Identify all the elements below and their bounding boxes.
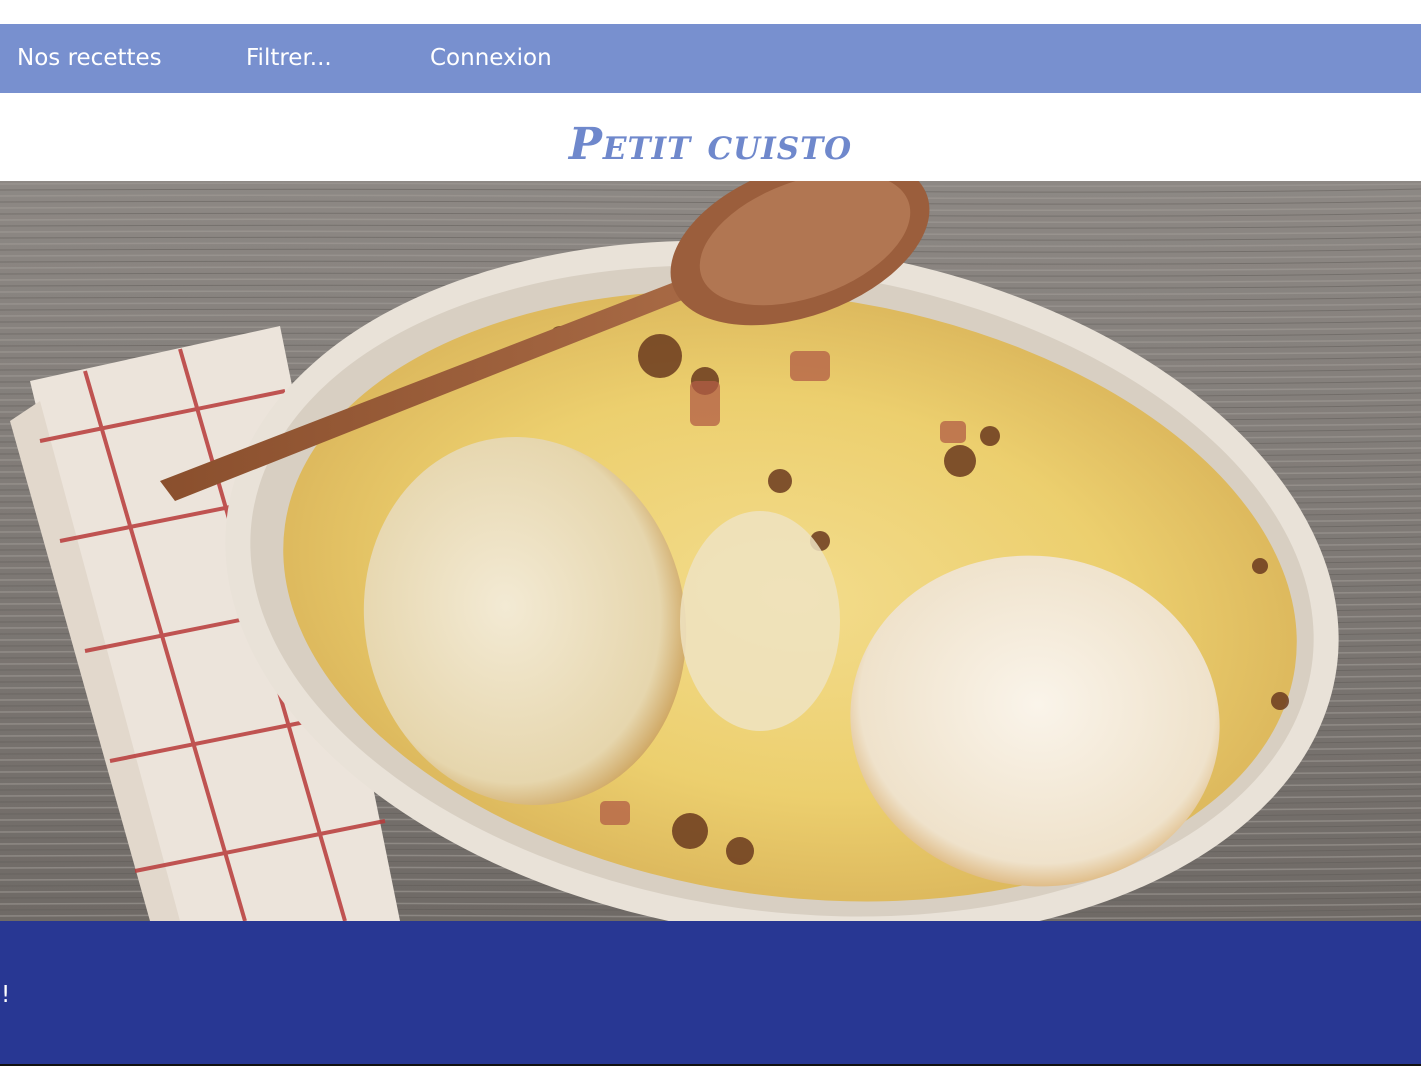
site-title: Petit cuisto [568,119,853,170]
hero-image [0,181,1421,921]
nav-link-connexion[interactable]: Connexion [430,24,552,93]
nav-link-filtrer[interactable]: Filtrer... [246,24,332,93]
page: Nos recettes Filtrer... Connexion Petit … [0,0,1421,1066]
top-nav-bar: Nos recettes Filtrer... Connexion [0,24,1421,93]
nav-link-nos-recettes[interactable]: Nos recettes [17,24,162,93]
footer-text: ! [1,982,11,1008]
footer: ! [0,921,1421,1064]
